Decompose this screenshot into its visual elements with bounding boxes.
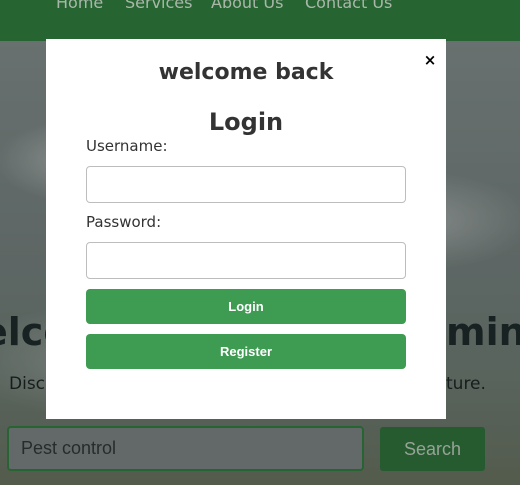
modal-heading: welcome back bbox=[158, 60, 334, 85]
password-label: Password: bbox=[86, 213, 162, 231]
login-button[interactable]: Login bbox=[86, 289, 406, 324]
register-button[interactable]: Register bbox=[86, 334, 406, 369]
login-modal: × welcome back Login Username: Password:… bbox=[46, 39, 446, 419]
password-field[interactable] bbox=[86, 242, 406, 279]
modal-subheading: Login bbox=[208, 108, 284, 136]
username-field[interactable] bbox=[86, 166, 406, 203]
username-label: Username: bbox=[86, 137, 168, 155]
